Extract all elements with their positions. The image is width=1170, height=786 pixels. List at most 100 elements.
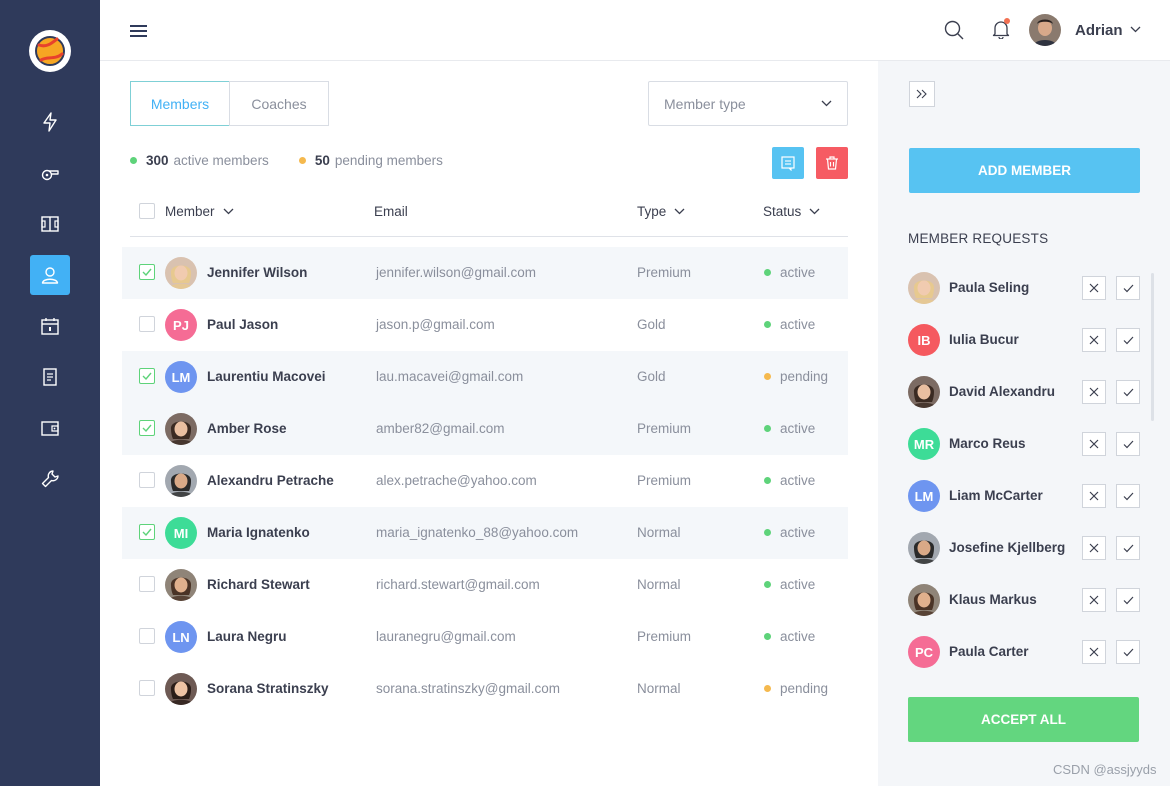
reject-request-button[interactable] xyxy=(1082,276,1106,300)
reject-request-button[interactable] xyxy=(1082,328,1106,352)
hamburger-menu-icon[interactable] xyxy=(130,24,147,38)
nav-item-reports[interactable] xyxy=(30,357,70,397)
member-email: lau.macavei@gmail.com xyxy=(376,369,524,384)
request-name: Liam McCarter xyxy=(949,488,1043,503)
collapse-panel-button[interactable] xyxy=(909,81,935,107)
reject-request-button[interactable] xyxy=(1082,432,1106,456)
requests-scrollbar[interactable] xyxy=(1151,273,1154,421)
checkmark-icon xyxy=(1123,440,1133,448)
close-icon xyxy=(1089,595,1099,605)
table-row[interactable]: MI Maria Ignatenko maria_ignatenko_88@yaho… xyxy=(122,507,848,559)
row-checkbox[interactable] xyxy=(139,368,155,384)
column-email[interactable]: Email xyxy=(374,204,408,219)
row-checkbox[interactable] xyxy=(139,264,155,280)
accept-request-button[interactable] xyxy=(1116,432,1140,456)
bolt-icon xyxy=(43,112,57,132)
member-type: Premium xyxy=(637,421,692,436)
member-name: Alexandru Petrache xyxy=(207,473,334,488)
nav-item-courts[interactable] xyxy=(30,204,70,244)
accept-request-button[interactable] xyxy=(1116,484,1140,508)
delete-button[interactable] xyxy=(816,147,848,179)
accept-all-button[interactable]: ACCEPT ALL xyxy=(908,697,1139,742)
row-checkbox[interactable] xyxy=(139,628,155,644)
table-row[interactable]: LM Laurentiu Macovei lau.macavei@gmail.com… xyxy=(122,351,848,403)
status-label: pending xyxy=(780,681,829,696)
user-avatar[interactable] xyxy=(1029,14,1061,46)
user-name[interactable]: Adrian xyxy=(1075,22,1123,39)
close-icon xyxy=(1089,335,1099,345)
accept-request-button[interactable] xyxy=(1116,380,1140,404)
member-requests-title: MEMBER REQUESTS xyxy=(908,231,1049,246)
member-avatar xyxy=(165,257,197,289)
chevron-down-icon xyxy=(809,208,820,215)
request-name: David Alexandru xyxy=(949,384,1056,399)
accept-request-button[interactable] xyxy=(1116,536,1140,560)
watermark: CSDN @assjyyds xyxy=(1053,762,1157,777)
nav-item-payments[interactable] xyxy=(30,408,70,448)
member-avatar: LM xyxy=(165,361,197,393)
nav-item-calendar[interactable] xyxy=(30,306,70,346)
tab-members[interactable]: Members xyxy=(130,81,230,126)
accept-request-button[interactable] xyxy=(1116,640,1140,664)
calendar-icon xyxy=(41,318,59,335)
member-name: Sorana Stratinszky xyxy=(207,681,329,696)
reject-request-button[interactable] xyxy=(1082,484,1106,508)
status-label: active xyxy=(780,629,816,644)
row-checkbox[interactable] xyxy=(139,680,155,696)
column-member[interactable]: Member xyxy=(165,204,234,219)
request-avatar xyxy=(908,584,940,616)
checkmark-icon xyxy=(142,424,152,432)
table-row[interactable]: Richard Stewart richard.stewart@gmail.com… xyxy=(122,559,848,611)
column-type[interactable]: Type xyxy=(637,204,685,219)
table-row[interactable]: Alexandru Petrache alex.petrache@yahoo.co… xyxy=(122,455,848,507)
member-type: Premium xyxy=(637,265,692,280)
accept-request-button[interactable] xyxy=(1116,588,1140,612)
chevron-down-icon[interactable] xyxy=(1130,26,1141,33)
member-request-item: LM Liam McCarter xyxy=(908,479,1140,513)
search-icon[interactable] xyxy=(944,20,964,40)
member-request-item: David Alexandru xyxy=(908,375,1140,409)
message-button[interactable] xyxy=(772,147,804,179)
row-checkbox[interactable] xyxy=(139,472,155,488)
member-requests-panel: ADD MEMBER MEMBER REQUESTS Paula Seling I… xyxy=(878,61,1170,786)
member-email: richard.stewart@gmail.com xyxy=(376,577,540,592)
request-name: Paula Seling xyxy=(949,280,1030,295)
column-type-label: Type xyxy=(637,204,667,219)
nav-item-settings[interactable] xyxy=(30,459,70,499)
member-email: sorana.stratinszky@gmail.com xyxy=(376,681,561,696)
request-avatar xyxy=(908,532,940,564)
nav-item-activity[interactable] xyxy=(30,102,70,142)
notification-dot xyxy=(1004,18,1010,24)
nav-item-members[interactable] xyxy=(30,255,70,295)
table-row[interactable]: Jennifer Wilson jennifer.wilson@gmail.com… xyxy=(122,247,848,299)
row-checkbox[interactable] xyxy=(139,316,155,332)
table-row[interactable]: PJ Paul Jason jason.p@gmail.com Gold active xyxy=(122,299,848,351)
reject-request-button[interactable] xyxy=(1082,536,1106,560)
member-type-select[interactable]: Member type xyxy=(648,81,848,126)
checkmark-icon xyxy=(142,372,152,380)
row-checkbox[interactable] xyxy=(139,420,155,436)
tab-coaches[interactable]: Coaches xyxy=(229,81,329,126)
table-row[interactable]: LN Laura Negru lauranegru@gmail.com Premium… xyxy=(122,611,848,663)
top-header: Adrian xyxy=(100,0,1170,61)
reject-request-button[interactable] xyxy=(1082,588,1106,612)
column-status[interactable]: Status xyxy=(763,204,820,219)
select-all-checkbox[interactable] xyxy=(139,203,155,219)
table-row[interactable]: Amber Rose amber82@gmail.com Premium active xyxy=(122,403,848,455)
accept-request-button[interactable] xyxy=(1116,328,1140,352)
member-status: active xyxy=(764,525,815,540)
reject-request-button[interactable] xyxy=(1082,640,1106,664)
checkmark-icon xyxy=(142,268,152,276)
active-members-stat: 300 active members xyxy=(130,153,269,168)
accept-request-button[interactable] xyxy=(1116,276,1140,300)
table-row[interactable]: Sorana Stratinszky sorana.stratinszky@gma… xyxy=(122,663,848,715)
row-checkbox[interactable] xyxy=(139,576,155,592)
app-logo[interactable] xyxy=(29,30,71,72)
nav-item-coaching[interactable] xyxy=(30,153,70,193)
row-checkbox[interactable] xyxy=(139,524,155,540)
add-member-button[interactable]: ADD MEMBER xyxy=(909,148,1140,193)
member-name: Laurentiu Macovei xyxy=(207,369,326,384)
avatar-initials: PC xyxy=(914,644,934,660)
member-email: jennifer.wilson@gmail.com xyxy=(376,265,537,280)
reject-request-button[interactable] xyxy=(1082,380,1106,404)
